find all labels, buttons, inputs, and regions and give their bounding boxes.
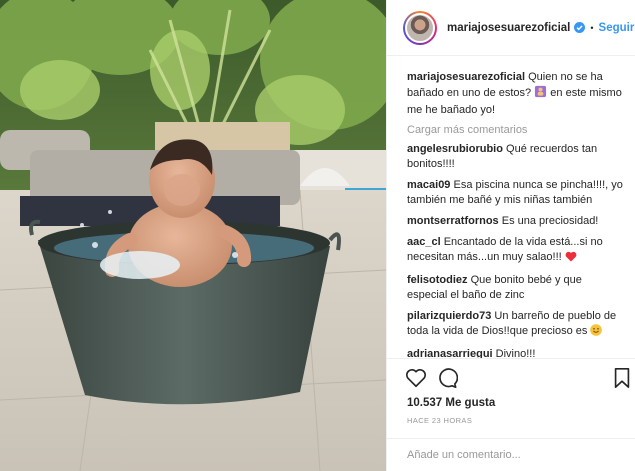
avatar[interactable] xyxy=(403,10,437,45)
heart-icon[interactable] xyxy=(405,367,427,389)
post-header: mariajosesuarezoficial • Seguir xyxy=(387,0,635,56)
load-more-comments[interactable]: Cargar más comentarios xyxy=(407,124,625,136)
comments-list: mariajosesuarezoficial Quien no se ha ba… xyxy=(387,56,635,358)
likes-count[interactable]: 10.537 Me gusta xyxy=(407,397,495,409)
list-item: felisotodiez Que bonito bebé y que espec… xyxy=(407,273,625,303)
list-item: macai09 Esa piscina nunca se pincha!!!!,… xyxy=(407,178,625,208)
separator-dot: • xyxy=(590,22,594,33)
comment-username[interactable]: macai09 xyxy=(407,179,450,191)
header-username[interactable]: mariajosesuarezoficial xyxy=(447,22,570,34)
comment-username[interactable]: montserratfornos xyxy=(407,215,499,227)
caption-username[interactable]: mariajosesuarezoficial xyxy=(407,71,525,83)
post-panel: mariajosesuarezoficial • Seguir mariajos… xyxy=(386,0,635,471)
raised-hand-emoji xyxy=(534,85,547,103)
comment-input[interactable] xyxy=(407,449,615,461)
post-photo[interactable] xyxy=(0,0,386,471)
comment-icon[interactable] xyxy=(436,367,459,389)
comment-username[interactable]: aac_cl xyxy=(407,236,441,248)
smile-emoji xyxy=(590,324,603,341)
baby-bath-photo xyxy=(0,0,386,471)
post-timestamp[interactable]: HACE 23 HORAS xyxy=(407,416,472,425)
list-item: montserratfornos Es una preciosidad! xyxy=(407,214,625,229)
list-item: angelesrubiorubio Qué recuerdos tan boni… xyxy=(407,142,625,172)
add-comment-bar xyxy=(387,438,635,471)
comment-username[interactable]: adrianasarriegui xyxy=(407,348,493,358)
caption: mariajosesuarezoficial Quien no se ha ba… xyxy=(407,70,625,118)
comment-username[interactable]: pilarizquierdo73 xyxy=(407,310,491,322)
comment-username[interactable]: angelesrubiorubio xyxy=(407,143,503,155)
comment-text: Divino!!! xyxy=(495,348,536,358)
comment-username[interactable]: felisotodiez xyxy=(407,274,468,286)
list-item: aac_cl Encantado de la vida está...si no… xyxy=(407,235,625,267)
bookmark-icon[interactable] xyxy=(612,367,634,389)
list-item: pilarizquierdo73 Un barreño de pueblo de… xyxy=(407,309,625,341)
heart-emoji xyxy=(565,251,577,267)
list-item: adrianasarriegui Divino!!! xyxy=(407,347,625,358)
comment-text: Es una preciosidad! xyxy=(501,215,599,227)
follow-button[interactable]: Seguir xyxy=(599,22,635,34)
action-bar xyxy=(387,358,635,396)
verified-badge-icon xyxy=(574,22,586,33)
